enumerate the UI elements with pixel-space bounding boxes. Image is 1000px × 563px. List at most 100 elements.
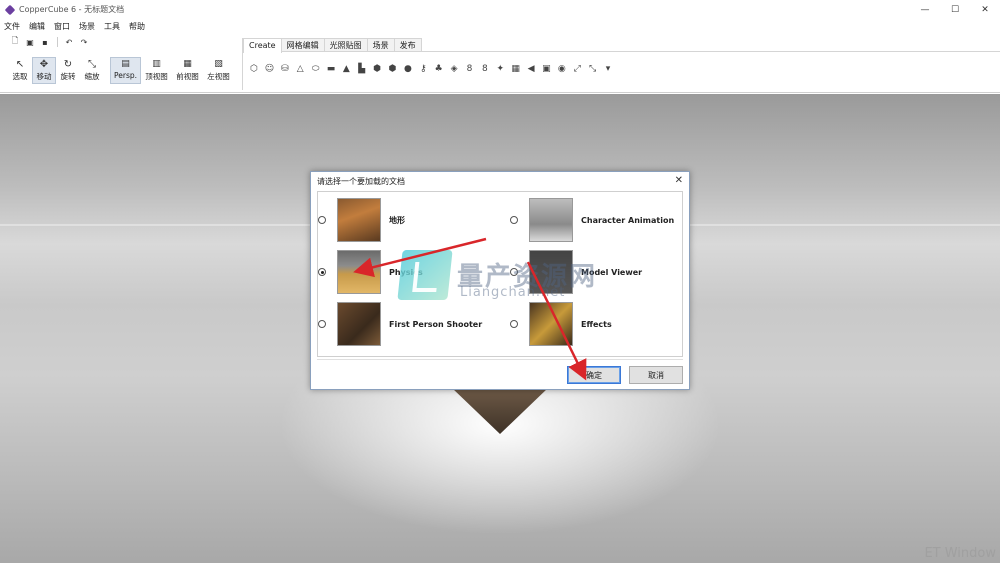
particle-icon[interactable]: ✦: [495, 64, 505, 74]
option-label-effects: Effects: [581, 319, 612, 329]
view-label: 顶视图: [145, 72, 168, 81]
top-view-icon: ▥: [152, 59, 161, 69]
cylinder-icon[interactable]: ⛁: [280, 64, 290, 74]
sound-icon[interactable]: ◀: [526, 64, 536, 74]
option-fps[interactable]: First Person Shooter: [318, 302, 482, 346]
tab-publish[interactable]: 发布: [393, 38, 422, 51]
sphere-icon[interactable]: ☺: [264, 64, 274, 74]
cube-icon[interactable]: ⬡: [249, 64, 259, 74]
water-icon[interactable]: ◈: [449, 64, 459, 74]
redo-icon[interactable]: ↷: [79, 37, 89, 47]
character-animation-thumbnail[interactable]: [529, 198, 573, 242]
close-window-button[interactable]: ✕: [970, 0, 1000, 19]
left-view-button[interactable]: ▧ 左视图: [203, 57, 234, 84]
menu-file[interactable]: 文件: [4, 21, 20, 32]
view-label: Persp.: [113, 71, 137, 80]
tab-create[interactable]: Create: [243, 38, 282, 53]
tool-label: 移动: [36, 72, 52, 81]
terrain-thumbnail[interactable]: [337, 198, 381, 242]
camera-icon[interactable]: ⤢: [572, 64, 582, 74]
perspective-view-button[interactable]: ▤ Persp.: [110, 57, 141, 84]
title-bar: CopperCube 6 - 无标题文档 — ☐ ✕: [0, 0, 1000, 19]
menu-help[interactable]: 帮助: [129, 21, 145, 32]
maximize-button[interactable]: ☐: [940, 0, 970, 19]
undo-icon[interactable]: ↶: [64, 37, 74, 47]
billboard-icon[interactable]: ▬: [326, 64, 336, 74]
physics-thumbnail[interactable]: [337, 250, 381, 294]
menu-edit[interactable]: 编辑: [29, 21, 45, 32]
cancel-button[interactable]: 取消: [629, 366, 683, 384]
radio-character-animation[interactable]: [510, 216, 518, 224]
text-3d-icon[interactable]: 8: [480, 64, 490, 74]
rotate-icon: ↻: [63, 59, 73, 70]
web-icon[interactable]: ◉: [557, 64, 567, 74]
front-view-button[interactable]: ▦ 前视图: [172, 57, 203, 84]
quick-access-bar: 🗋 ▣ ▪ ↶ ↷: [10, 36, 94, 47]
dialog-close-icon[interactable]: ✕: [675, 175, 683, 186]
joint-icon[interactable]: ⤡: [588, 64, 598, 74]
cone-icon[interactable]: △: [295, 64, 305, 74]
image-icon[interactable]: ▣: [541, 64, 551, 74]
path-icon[interactable]: ⚷: [418, 64, 428, 74]
skybox-icon[interactable]: ⬢: [388, 64, 398, 74]
open-icon[interactable]: ▣: [25, 37, 35, 47]
radio-terrain[interactable]: [318, 216, 326, 224]
front-view-icon: ▦: [183, 59, 192, 69]
minimize-button[interactable]: —: [910, 0, 940, 19]
left-view-icon: ▧: [214, 59, 223, 69]
select-tool-button[interactable]: ↖ 选取: [8, 57, 32, 84]
mesh-icon[interactable]: ⬢: [372, 64, 382, 74]
landscape-icon[interactable]: ▙: [357, 64, 367, 74]
save-icon[interactable]: ▪: [40, 37, 50, 47]
option-effects[interactable]: Effects: [510, 302, 612, 346]
tab-lightmap[interactable]: 光照贴图: [323, 38, 368, 51]
dialog-title: 请选择一个要加载的文档: [317, 176, 405, 186]
radio-fps[interactable]: [318, 320, 326, 328]
perspective-icon: ▤: [121, 59, 130, 69]
scale-tool-button[interactable]: ⤡ 缩放: [80, 57, 104, 84]
light-icon[interactable]: ●: [403, 64, 413, 74]
option-label-terrain: 地形: [389, 215, 405, 225]
new-file-icon[interactable]: 🗋: [10, 36, 20, 47]
option-terrain[interactable]: 地形: [318, 198, 405, 242]
effects-thumbnail[interactable]: [529, 302, 573, 346]
tab-mesh-edit[interactable]: 网格编辑: [280, 38, 325, 51]
option-label-character-animation: Character Animation: [581, 215, 675, 225]
view-label: 左视图: [207, 72, 230, 81]
plane-icon[interactable]: ⬭: [311, 64, 321, 74]
overlay-icon[interactable]: ▦: [511, 64, 521, 74]
ok-button[interactable]: 确定: [567, 366, 621, 384]
tool-label: 缩放: [84, 72, 100, 81]
menu-tools[interactable]: 工具: [104, 21, 120, 32]
view-label: 前视图: [176, 72, 199, 81]
ribbon: Create 网格编辑 光照贴图 场景 发布 ⬡ ☺ ⛁ △ ⬭ ▬ ▲ ▙ ⬢…: [242, 38, 1000, 90]
option-character-animation[interactable]: Character Animation: [510, 198, 674, 242]
text-2d-icon[interactable]: 8: [464, 64, 474, 74]
menu-bar: 文件 编辑 窗口 场景 工具 帮助: [0, 19, 1000, 33]
scene-cube[interactable]: [452, 388, 548, 434]
tab-scene[interactable]: 场景: [366, 38, 395, 51]
scale-icon: ⤡: [88, 59, 96, 70]
terrain-icon[interactable]: ▲: [341, 64, 351, 74]
separator: [57, 37, 58, 47]
more-dropdown-icon[interactable]: ▾: [603, 64, 613, 74]
rotate-tool-button[interactable]: ↻ 旋转: [56, 57, 80, 84]
window-title: CopperCube 6 - 无标题文档: [19, 5, 125, 14]
top-view-button[interactable]: ▥ 顶视图: [141, 57, 172, 84]
window-controls: — ☐ ✕: [910, 0, 1000, 19]
tool-label: 旋转: [60, 72, 76, 81]
view-tools: ▤ Persp. ▥ 顶视图 ▦ 前视图 ▧ 左视图: [110, 57, 234, 84]
watermark-logo-icon: [397, 250, 453, 300]
radio-effects[interactable]: [510, 320, 518, 328]
create-icons-row: ⬡ ☺ ⛁ △ ⬭ ▬ ▲ ▙ ⬢ ⬢ ● ⚷ ♣ ◈ 8 8 ✦ ▦ ◀ ▣ …: [243, 52, 1000, 86]
watermark-text-en: Liangchan.net: [460, 285, 566, 300]
toolbar-area: 🗋 ▣ ▪ ↶ ↷ ↖ 选取 ✥ 移动 ↻ 旋转 ⤡ 缩放 ▤ Persp. ▥: [0, 33, 1000, 93]
coppercube-logo-icon: [4, 4, 16, 15]
fps-thumbnail[interactable]: [337, 302, 381, 346]
move-tool-button[interactable]: ✥ 移动: [32, 57, 56, 84]
menu-window[interactable]: 窗口: [54, 21, 70, 32]
tree-icon[interactable]: ♣: [434, 64, 444, 74]
move-icon: ✥: [39, 59, 49, 70]
menu-scene[interactable]: 场景: [79, 21, 95, 32]
radio-physics[interactable]: [318, 268, 326, 276]
